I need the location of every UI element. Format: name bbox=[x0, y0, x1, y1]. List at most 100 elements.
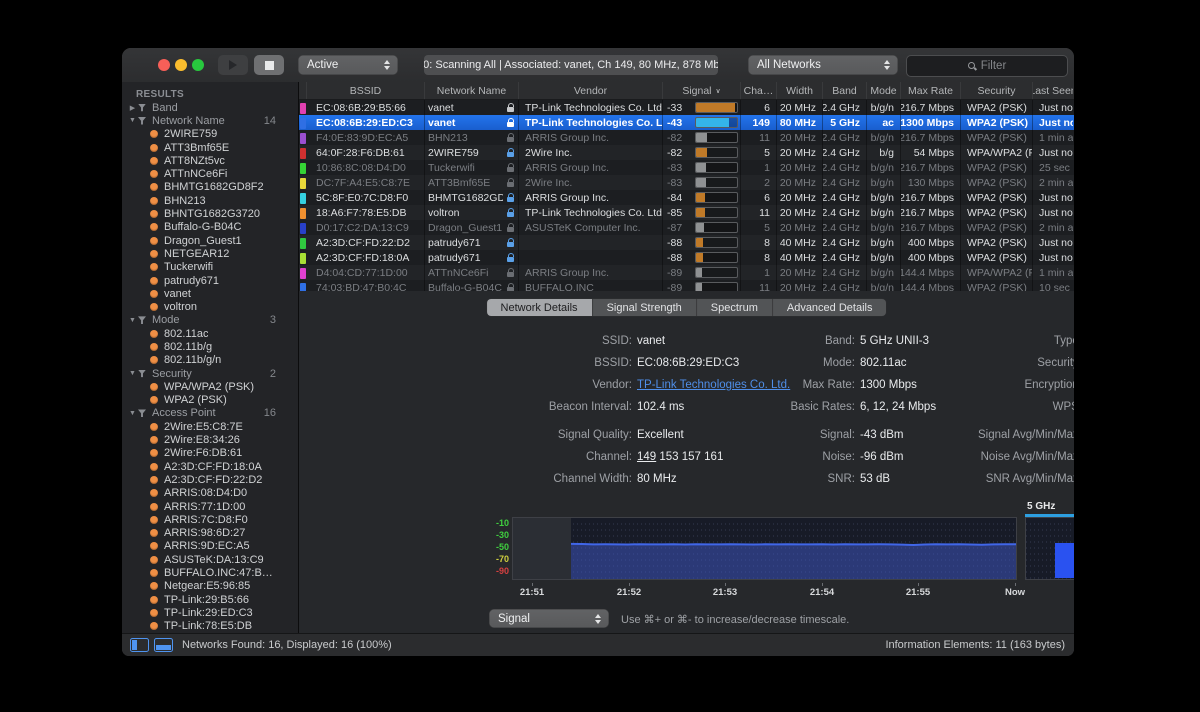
sidebar-item-tp-link-29-b5-66[interactable]: TP-Link:29:B5:66 bbox=[122, 593, 298, 606]
table-row[interactable]: F4:0E:83:9D:EC:A5BHN213ARRIS Group Inc.-… bbox=[299, 130, 1074, 145]
sidebar-item-a2-3d-cf-fd-18-0a[interactable]: A2:3D:CF:FD:18:0A bbox=[122, 460, 298, 473]
sidebar-item-arris-98-6d-27[interactable]: ARRIS:98:6D:27 bbox=[122, 527, 298, 540]
column-header-BSSID[interactable]: BSSID bbox=[307, 82, 425, 99]
table-row[interactable]: D4:04:CD:77:1D:00ATTnNCe6FiARRIS Group I… bbox=[299, 265, 1074, 280]
column-header-Width[interactable]: Width bbox=[777, 82, 823, 99]
tab-advanced-details[interactable]: Advanced Details bbox=[773, 299, 887, 316]
filter-search-input[interactable]: Filter bbox=[906, 55, 1068, 77]
cell-bssid: 5C:8F:E0:7C:D8:F0 bbox=[307, 190, 425, 205]
network-filter-dropdown[interactable]: All Networks bbox=[748, 55, 898, 75]
filter-color-dot-icon bbox=[150, 529, 158, 537]
toggle-sidebar-button[interactable] bbox=[130, 638, 149, 652]
sidebar-item-tp-link-78-e5-db[interactable]: TP-Link:78:E5:DB bbox=[122, 620, 298, 633]
sidebar-item-voltron[interactable]: voltron bbox=[122, 300, 298, 313]
cell-signal-bar bbox=[693, 205, 741, 220]
sidebar-group-access-point[interactable]: ▼Access Point16 bbox=[122, 407, 298, 420]
sidebar-item-vanet[interactable]: vanet bbox=[122, 287, 298, 300]
table-row[interactable]: 18:A6:F7:78:E5:DBvoltronTP-Link Technolo… bbox=[299, 205, 1074, 220]
column-header-Network Name[interactable]: Network Name bbox=[425, 82, 519, 99]
sidebar-item-2wire-e5-c8-7e[interactable]: 2Wire:E5:C8:7E bbox=[122, 420, 298, 433]
start-scan-button[interactable] bbox=[218, 55, 248, 75]
cell-bssid: 74:03:BD:47:B0:4C bbox=[307, 280, 425, 291]
sidebar-item-802-11b-g-n[interactable]: 802.11b/g/n bbox=[122, 354, 298, 367]
sidebar-group-security[interactable]: ▼Security2 bbox=[122, 367, 298, 380]
sidebar-item-802-11ac[interactable]: 802.11ac bbox=[122, 327, 298, 340]
sidebar-item-tuckerwifi[interactable]: Tuckerwifi bbox=[122, 261, 298, 274]
sidebar-item-wpa-wpa2-psk-[interactable]: WPA/WPA2 (PSK) bbox=[122, 380, 298, 393]
stepper-icon bbox=[590, 614, 606, 624]
sidebar-group-band[interactable]: ▶Band bbox=[122, 101, 298, 114]
table-row[interactable]: A2:3D:CF:FD:18:0Apatrudy671-88840 MHz2.4… bbox=[299, 250, 1074, 265]
results-sidebar: RESULTS ▶Band▼Network Name142WIRE759ATT3… bbox=[122, 82, 299, 634]
tab-spectrum[interactable]: Spectrum bbox=[697, 299, 773, 316]
disclosure-open-icon[interactable]: ▼ bbox=[127, 410, 138, 417]
column-header-Vendor[interactable]: Vendor bbox=[519, 82, 663, 99]
column-header-Max Rate[interactable]: Max Rate bbox=[901, 82, 961, 99]
sidebar-item-buffalo-inc-47-b-[interactable]: BUFFALO.INC:47:B… bbox=[122, 566, 298, 579]
sidebar-item-a2-3d-cf-fd-22-d2[interactable]: A2:3D:CF:FD:22:D2 bbox=[122, 473, 298, 486]
sidebar-item-attnnce6fi[interactable]: ATTnNCe6Fi bbox=[122, 167, 298, 180]
sidebar-item-bhmtg1682gd8f2[interactable]: BHMTG1682GD8F2 bbox=[122, 181, 298, 194]
tab-signal-strength[interactable]: Signal Strength bbox=[593, 299, 697, 316]
sidebar-item-label: Netgear:E5:96:85 bbox=[164, 580, 250, 592]
scan-mode-dropdown[interactable]: Active bbox=[298, 55, 398, 75]
sidebar-item-bhn213[interactable]: BHN213 bbox=[122, 194, 298, 207]
disclosure-closed-icon[interactable]: ▶ bbox=[127, 104, 138, 112]
table-row[interactable]: 10:86:8C:08:D4:D0TuckerwifiARRIS Group I… bbox=[299, 160, 1074, 175]
column-header-Security[interactable]: Security bbox=[961, 82, 1033, 99]
zoom-window-button[interactable] bbox=[192, 59, 204, 71]
table-row[interactable]: EC:08:6B:29:ED:C3vanetTP-Link Technologi… bbox=[299, 115, 1074, 130]
sidebar-item-netgear12[interactable]: NETGEAR12 bbox=[122, 247, 298, 260]
sidebar-item-dragon-guest1[interactable]: Dragon_Guest1 bbox=[122, 234, 298, 247]
table-row[interactable]: D0:17:C2:DA:13:C9Dragon_Guest1ASUSTeK Co… bbox=[299, 220, 1074, 235]
table-row[interactable]: 5C:8F:E0:7C:D8:F0BHMTG1682GD8F2ARRIS Gro… bbox=[299, 190, 1074, 205]
column-header-Band[interactable]: Band bbox=[823, 82, 867, 99]
sidebar-item-asustek-da-13-c9[interactable]: ASUSTeK:DA:13:C9 bbox=[122, 553, 298, 566]
sidebar-item-tp-link-29-ed-c3[interactable]: TP-Link:29:ED:C3 bbox=[122, 606, 298, 619]
sidebar-item-2wire-f6-db-61[interactable]: 2Wire:F6:DB:61 bbox=[122, 447, 298, 460]
column-header-Signal[interactable]: Signal∨ bbox=[663, 82, 741, 99]
sidebar-item-arris-9d-ec-a5[interactable]: ARRIS:9D:EC:A5 bbox=[122, 540, 298, 553]
toggle-details-button[interactable] bbox=[154, 638, 173, 652]
sidebar-item-2wire-e8-34-26[interactable]: 2Wire:E8:34:26 bbox=[122, 433, 298, 446]
sidebar-item-arris-08-d4-d0[interactable]: ARRIS:08:D4:D0 bbox=[122, 487, 298, 500]
stop-scan-button[interactable] bbox=[254, 55, 284, 75]
sidebar-item-att8nzt5vc[interactable]: ATT8NZt5vc bbox=[122, 154, 298, 167]
column-header-Last Seen[interactable]: Last Seen bbox=[1033, 82, 1073, 99]
sidebar-item-arris-77-1d-00[interactable]: ARRIS:77:1D:00 bbox=[122, 500, 298, 513]
sidebar-item-802-11b-g[interactable]: 802.11b/g bbox=[122, 340, 298, 353]
sidebar-item-bhntg1682g3720[interactable]: BHNTG1682G3720 bbox=[122, 207, 298, 220]
disclosure-open-icon[interactable]: ▼ bbox=[127, 317, 138, 324]
current-channel: 149 bbox=[637, 451, 656, 463]
sidebar-item-arris-7c-d8-f0[interactable]: ARRIS:7C:D8:F0 bbox=[122, 513, 298, 526]
disclosure-open-icon[interactable]: ▼ bbox=[127, 370, 138, 377]
sidebar-item-label: voltron bbox=[164, 301, 197, 313]
sidebar-item-netgear-e5-96-85[interactable]: Netgear:E5:96:85 bbox=[122, 580, 298, 593]
sidebar-item-label: 802.11ac bbox=[164, 328, 208, 340]
chart-metric-dropdown[interactable]: Signal bbox=[489, 609, 609, 628]
table-row[interactable]: 64:0F:28:F6:DB:612WIRE7592Wire Inc.-8252… bbox=[299, 145, 1074, 160]
sidebar-item-2wire759[interactable]: 2WIRE759 bbox=[122, 128, 298, 141]
table-row[interactable]: A2:3D:CF:FD:22:D2patrudy671-88840 MHz2.4… bbox=[299, 235, 1074, 250]
disclosure-open-icon[interactable]: ▼ bbox=[127, 117, 138, 124]
signal-bar-track bbox=[695, 222, 738, 233]
sidebar-item-buffalo-g-b04c[interactable]: Buffalo-G-B04C bbox=[122, 221, 298, 234]
cell-band: 2.4 GHz bbox=[823, 130, 867, 145]
sidebar-item-att3bmf65e[interactable]: ATT3Bmf65E bbox=[122, 141, 298, 154]
sidebar-item-patrudy671[interactable]: patrudy671 bbox=[122, 274, 298, 287]
minimize-window-button[interactable] bbox=[175, 59, 187, 71]
column-header-strip[interactable] bbox=[299, 82, 307, 99]
table-row[interactable]: EC:08:6B:29:B5:66vanetTP-Link Technologi… bbox=[299, 100, 1074, 115]
column-header-label: Mode bbox=[870, 85, 896, 97]
column-header-Mode[interactable]: Mode bbox=[867, 82, 901, 99]
table-row[interactable]: DC:7F:A4:E5:C8:7EATT3Bmf65E2Wire Inc.-83… bbox=[299, 175, 1074, 190]
column-header-Cha…[interactable]: Cha… bbox=[741, 82, 777, 99]
close-window-button[interactable] bbox=[158, 59, 170, 71]
network-table: BSSIDNetwork NameVendorSignal∨Cha…WidthB… bbox=[299, 82, 1074, 291]
tab-network-details[interactable]: Network Details bbox=[487, 299, 593, 316]
information-elements-status: Information Elements: 11 (163 bytes) bbox=[885, 639, 1065, 651]
sidebar-item-wpa2-psk-[interactable]: WPA2 (PSK) bbox=[122, 394, 298, 407]
sidebar-group-network-name[interactable]: ▼Network Name14 bbox=[122, 114, 298, 127]
table-row[interactable]: 74:03:BD:47:B0:4CBuffalo-G-B04CBUFFALO.I… bbox=[299, 280, 1074, 291]
sidebar-group-mode[interactable]: ▼Mode3 bbox=[122, 314, 298, 327]
